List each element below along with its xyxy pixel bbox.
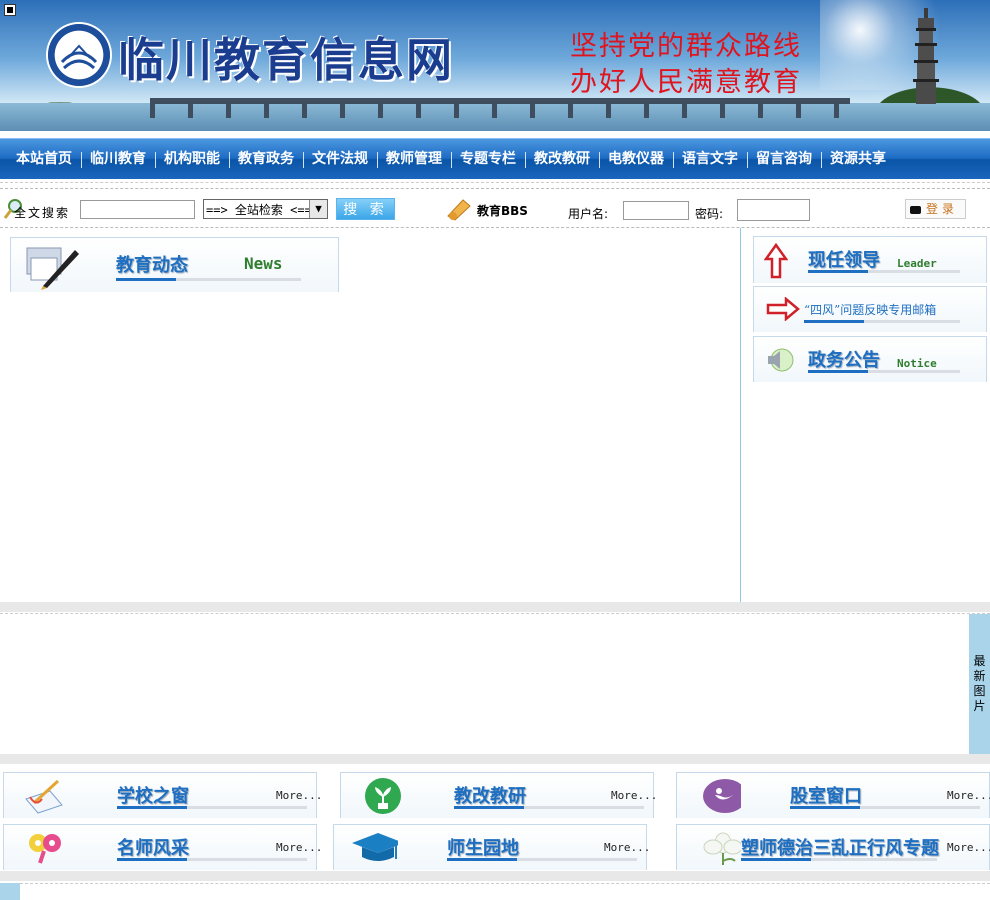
login-button[interactable]: 登 录 [905,199,966,219]
title-underline [804,320,960,323]
category-teacher-student[interactable]: 师生园地 More... [333,824,650,870]
flower-icon [703,832,741,865]
bridge-piers [150,104,850,118]
section-divider [0,754,990,764]
title-underline [116,278,301,281]
leader-panel-header[interactable]: 现任领导 Leader [753,236,987,283]
title-underline [117,858,307,861]
category-title: 股室窗口 [790,786,862,807]
nav-item-reform-research[interactable]: 教改教研 [525,139,599,179]
nav-item-linchuan-education[interactable]: 临川教育 [81,139,155,179]
category-title: 塑师德治三乱正行风专题 [741,838,939,859]
nav-item-language[interactable]: 语言文字 [673,139,747,179]
news-title: 教育动态 [116,255,188,276]
password-input[interactable] [737,199,810,221]
title-underline [741,858,937,861]
category-famous-teachers[interactable]: 名师风采 More... [3,824,322,870]
leader-subtitle: Leader [897,257,937,270]
search-scope-select[interactable]: ==> 全站检索 <== ▼ [203,199,328,219]
news-subtitle: News [244,254,283,273]
category-title: 师生园地 [447,838,519,859]
more-link[interactable]: More... [276,841,322,854]
bird-badge-icon [703,779,741,813]
nav-gap [0,131,990,138]
username-label: 用户名: [568,207,609,221]
title-underline [808,270,960,273]
search-login-bar: 全文搜索 ==> 全站检索 <== ▼ 搜 索 教育BBS 用户名: 密码: 登… [0,188,990,228]
more-link[interactable]: More... [947,789,990,802]
bbs-link[interactable]: 教育BBS [477,202,528,219]
category-ethics-topic[interactable]: 塑师德治三乱正行风专题 More... [676,824,990,870]
username-input[interactable] [623,201,689,220]
sidebar-column [740,228,990,602]
site-title: 临川教育信息网 [118,33,454,87]
category-title: 名师风采 [117,838,189,859]
header-banner: 临川教育信息网 坚持党的群众路线 办好人民满意教育 [0,0,990,131]
bbs-scroll-icon [447,199,471,221]
corner-box-icon[interactable] [4,4,16,16]
latest-pictures-area [0,613,990,754]
chevron-down-icon[interactable]: ▼ [309,200,327,218]
mailbox-link[interactable]: “四风”问题反映专用邮箱 [804,301,936,318]
nav-item-institution[interactable]: 机构职能 [155,139,229,179]
more-link[interactable]: More... [604,841,650,854]
category-school-window[interactable]: 学校之窗 More... [3,772,322,818]
logo-emblem-icon [60,44,98,70]
site-logo[interactable] [48,24,110,86]
search-scope-value: ==> 全站检索 <== [206,203,312,217]
title-underline [117,806,307,809]
pen-document-icon [26,247,79,290]
slogan-line-2: 办好人民满意教育 [570,67,802,98]
pencil-paper-icon [25,779,63,814]
more-link[interactable]: More... [611,789,657,802]
arrow-up-icon [764,243,788,279]
key-icon [910,205,921,214]
divider [0,182,990,183]
latest-pictures-tab[interactable]: 最新图片 [969,614,990,754]
mailbox-panel-header[interactable]: “四风”问题反映专用邮箱 [753,286,987,332]
main-nav: 本站首页 临川教育 机构职能 教育政务 文件法规 教师管理 专题专栏 教改教研 … [0,138,990,179]
more-link[interactable]: More... [947,841,990,854]
nav-item-av-equipment[interactable]: 电教仪器 [599,139,673,179]
title-underline [808,370,960,373]
title-underline [447,858,637,861]
nav-item-message[interactable]: 留言咨询 [747,139,821,179]
latest-pictures-label: 最新图片 [973,654,986,713]
nav-item-home[interactable]: 本站首页 [7,139,81,179]
category-reform-research[interactable]: 教改教研 More... [340,772,657,818]
nav-item-resources[interactable]: 资源共享 [821,139,895,179]
notice-panel-header[interactable]: 政务公告 Notice [753,336,987,382]
search-label: 全文搜索 [14,206,71,220]
slogan-line-1: 坚持党的群众路线 [570,31,802,62]
sprout-icon [365,778,401,814]
pagoda-icon [913,8,939,104]
search-input[interactable] [80,200,195,219]
graduation-cap-icon [352,833,398,861]
search-button[interactable]: 搜 索 [336,198,395,220]
divider [20,883,990,885]
more-link[interactable]: More... [276,789,322,802]
nav-item-regulations[interactable]: 文件法规 [303,139,377,179]
nav-item-gov-affairs[interactable]: 教育政务 [229,139,303,179]
speaker-icon [768,348,794,372]
category-office-window[interactable]: 股室窗口 More... [676,772,990,818]
news-panel-header[interactable]: 教育动态 News [10,237,339,292]
nav-item-teacher-management[interactable]: 教师管理 [377,139,451,179]
nav-item-special-topics[interactable]: 专题专栏 [451,139,525,179]
password-label: 密码: [695,207,724,221]
category-title: 教改教研 [454,786,526,807]
notice-subtitle: Notice [897,357,937,370]
section-divider [0,602,990,612]
footer-marker [0,883,20,900]
notice-title: 政务公告 [808,350,880,371]
title-underline [454,806,644,809]
section-divider [0,871,990,881]
title-underline [790,806,980,809]
figures-icon [29,834,61,864]
leader-title: 现任领导 [808,250,880,271]
login-button-label: 登 录 [926,202,954,216]
arrow-right-icon [766,297,800,321]
category-title: 学校之窗 [117,786,189,807]
